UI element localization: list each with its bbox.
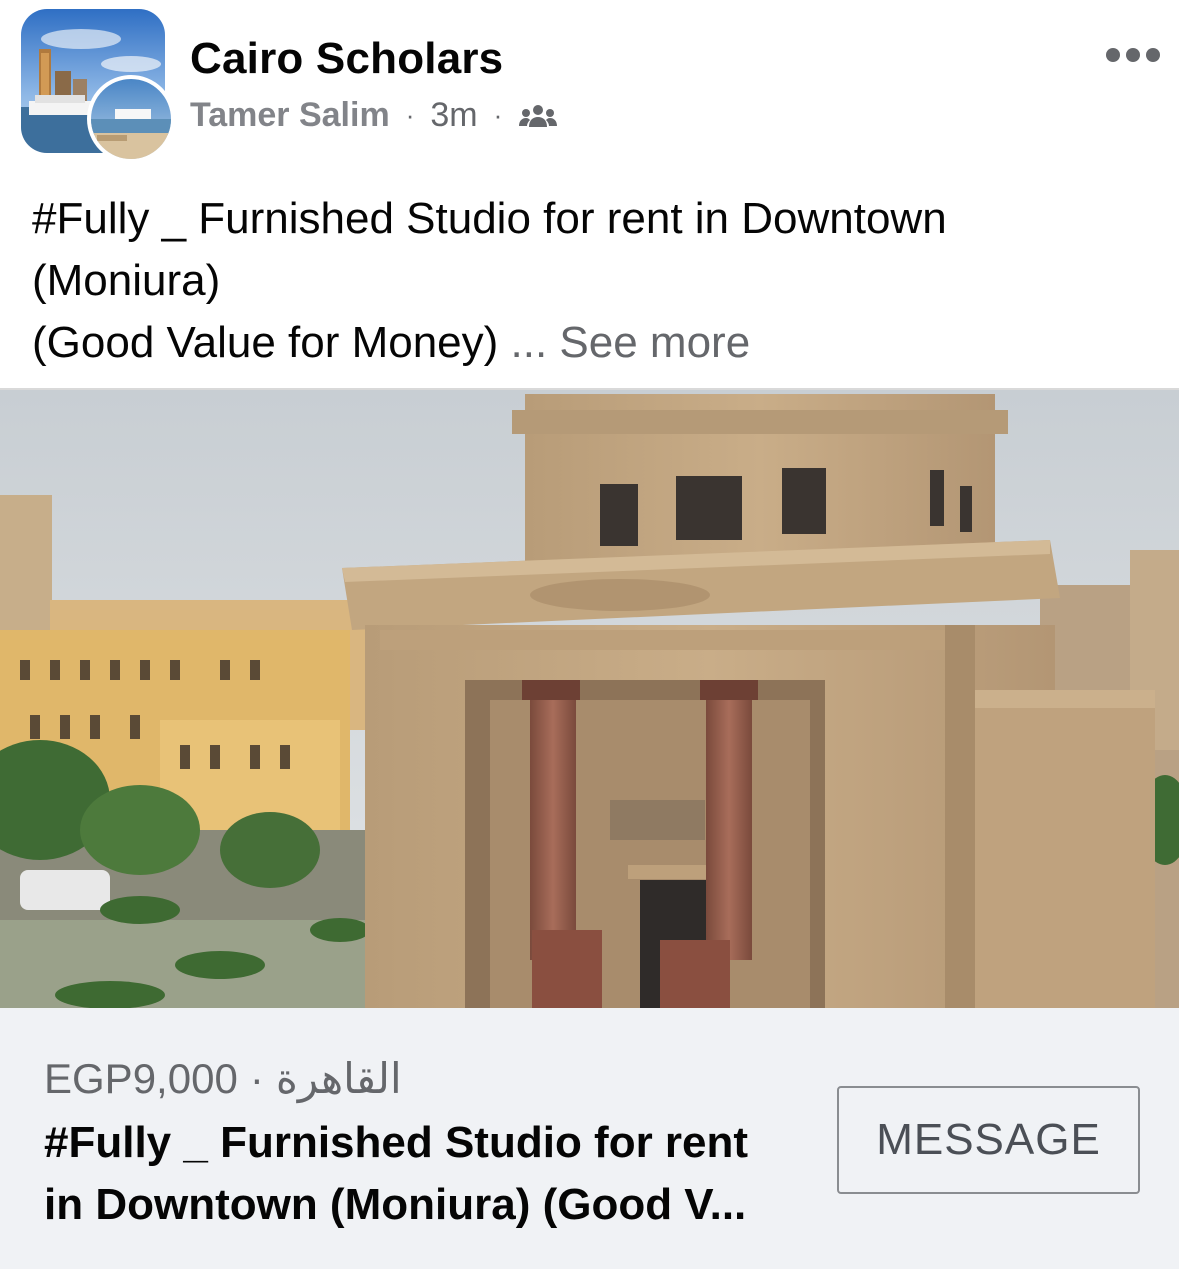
listing-price: EGP9,000 (44, 1054, 238, 1102)
post-text-line: (Good Value for Money) ... See more (32, 312, 1152, 374)
more-options-icon (1126, 48, 1140, 62)
listing-price-location: EGP9,000 · القاهرة (44, 1054, 402, 1103)
group-name[interactable]: Cairo Scholars (190, 34, 503, 84)
author-name[interactable]: Tamer Salim (190, 96, 390, 135)
more-options-icon (1146, 48, 1160, 62)
listing-photo[interactable] (0, 388, 1179, 1010)
post-text-fragment: (Good Value for Money) (32, 318, 499, 367)
more-options-button[interactable] (1100, 40, 1166, 70)
post-text-line: (Moniura) (32, 256, 221, 305)
listing-title[interactable]: #Fully _ Furnished Studio for rent in Do… (44, 1112, 784, 1236)
listing-card[interactable]: EGP9,000 · القاهرة #Fully _ Furnished St… (0, 1008, 1179, 1269)
post-header: Cairo Scholars Tamer Salim · 3m · (0, 0, 1179, 175)
user-avatar[interactable] (87, 75, 175, 163)
listing-title-line: #Fully _ Furnished Studio for rent (44, 1118, 749, 1167)
listing-title-line: in Downtown (Moniura) (Good V... (44, 1180, 747, 1229)
meta-separator: · (405, 99, 415, 130)
see-more-link[interactable]: ... See more (498, 318, 751, 367)
post-text: #Fully _ Furnished Studio for rent in Do… (32, 188, 1152, 374)
more-options-icon (1106, 48, 1120, 62)
price-separator: · (249, 1054, 264, 1102)
avatar-group[interactable] (21, 9, 177, 163)
listing-location: القاهرة (275, 1055, 402, 1102)
post-time[interactable]: 3m (430, 96, 477, 135)
meta-separator: · (493, 99, 503, 130)
post-meta: Tamer Salim · 3m · (190, 94, 558, 136)
post-text-line: #Fully _ Furnished Studio for rent in Do… (32, 194, 947, 243)
group-members-icon (518, 101, 558, 129)
message-button[interactable]: MESSAGE (837, 1086, 1140, 1194)
